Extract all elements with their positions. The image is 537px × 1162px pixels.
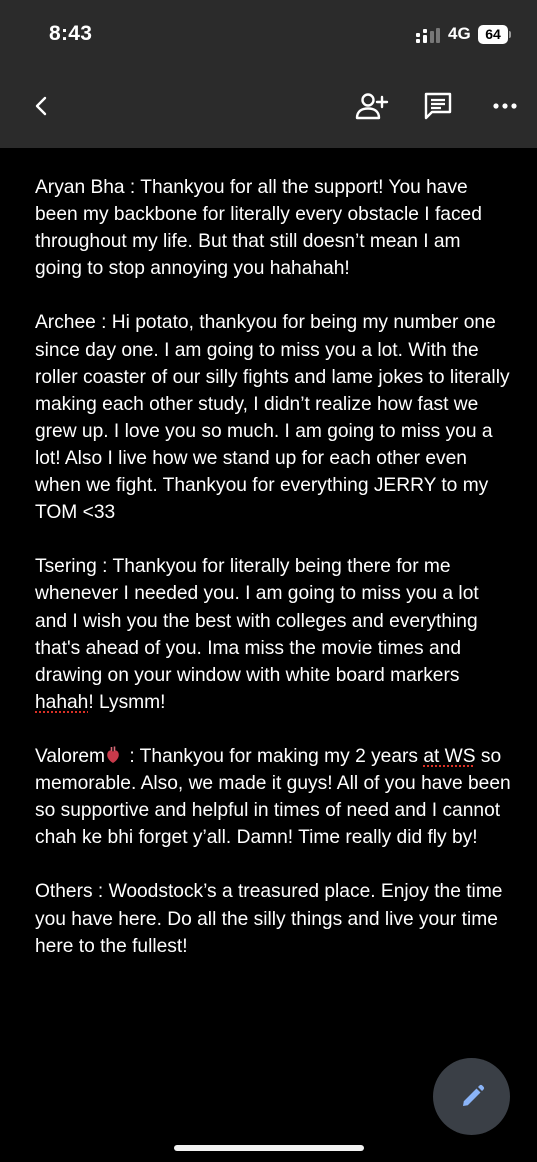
arrow-back-icon	[35, 96, 47, 116]
network-type: 4G	[448, 24, 471, 43]
back-button[interactable]	[20, 84, 64, 128]
comments-button[interactable]	[416, 84, 460, 128]
doc-toolbar	[0, 70, 537, 148]
home-indicator[interactable]	[174, 1145, 364, 1151]
spellcheck-phrase: at WS	[423, 745, 476, 767]
edit-fab-button[interactable]	[433, 1058, 510, 1135]
anatomical-heart-icon	[107, 746, 119, 763]
signal-icon	[416, 28, 440, 43]
battery-tip	[509, 31, 511, 38]
share-button[interactable]	[350, 84, 394, 128]
valorem-name: Valorem	[35, 745, 106, 767]
status-bar: 8:43 4G 64	[0, 0, 537, 70]
paragraph-valorem: Valorem : Thankyou for making my 2 years…	[35, 743, 511, 851]
person-add-icon	[355, 93, 389, 120]
spellcheck-word: hahah	[35, 691, 89, 713]
tsering-text: Tsering : Thankyou for literally being t…	[35, 556, 479, 686]
status-time: 8:43	[49, 22, 93, 45]
more-options-button[interactable]	[483, 84, 527, 128]
tsering-text-end: ! Lysmm!	[88, 691, 166, 713]
paragraph-archee: Archee : Hi potato, thankyou for being m…	[35, 312, 510, 524]
pencil-icon	[462, 1084, 484, 1106]
comment-icon	[424, 92, 452, 120]
paragraph-tsering: Tsering : Thankyou for literally being t…	[35, 553, 511, 716]
paragraph-aryan: Aryan Bha : Thankyou for all the support…	[35, 177, 482, 280]
paragraph-others: Others : Woodstock’s a treasured place. …	[35, 881, 503, 957]
battery-icon: 64	[478, 25, 508, 44]
document-body[interactable]: Aryan Bha : Thankyou for all the support…	[35, 174, 511, 987]
valorem-text: : Thankyou for making my 2 years	[124, 745, 424, 767]
more-horizontal-icon	[493, 103, 517, 109]
